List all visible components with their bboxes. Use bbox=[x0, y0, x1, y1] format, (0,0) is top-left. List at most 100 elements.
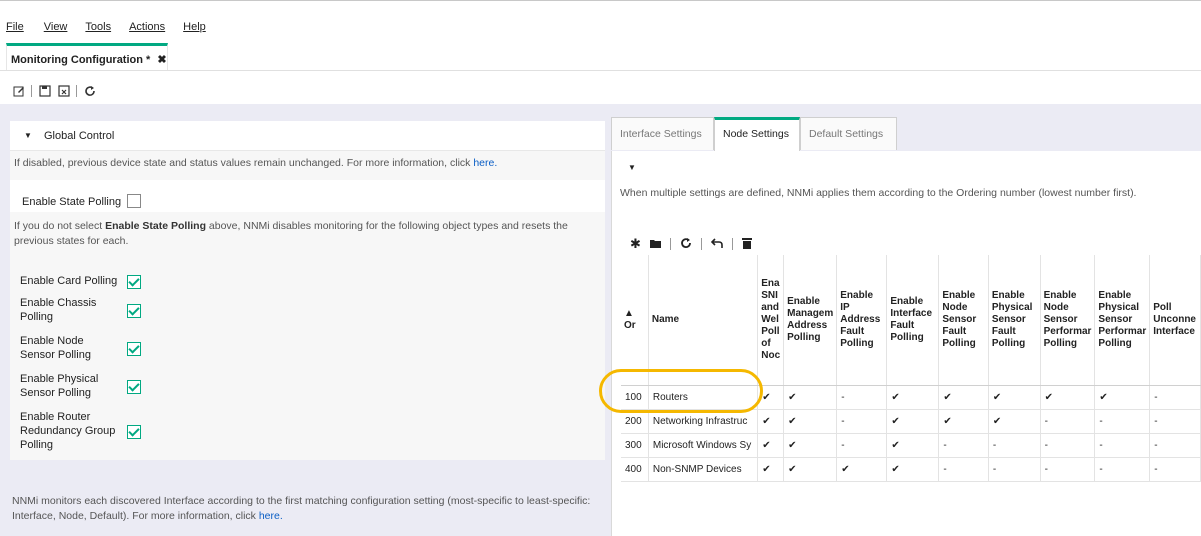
cell-value: - bbox=[836, 433, 888, 458]
menu-actions[interactable]: Actions bbox=[129, 21, 165, 35]
tab-title: Monitoring Configuration * bbox=[11, 54, 151, 66]
cell-value: ✔ bbox=[1094, 385, 1151, 410]
save-close-icon[interactable] bbox=[57, 85, 70, 98]
tab-node-settings[interactable]: Node Settings bbox=[714, 117, 800, 151]
tab-default-settings[interactable]: Default Settings bbox=[800, 117, 897, 150]
table-row[interactable]: 100 Routers ✔ ✔ - ✔ ✔ ✔ ✔ ✔ - bbox=[621, 385, 1201, 410]
toolbar-separator bbox=[31, 85, 32, 97]
enable-node-sensor-polling-checkbox[interactable] bbox=[127, 342, 141, 356]
refresh-icon[interactable] bbox=[83, 85, 96, 98]
column-enable-interface-fault[interactable]: Enable Interface Fault Polling bbox=[886, 255, 940, 386]
node-settings-table: ▲ Or Name Ena SNI and Wel Poll of Noc En… bbox=[621, 255, 1201, 482]
undo-icon[interactable] bbox=[710, 237, 723, 252]
footer-link[interactable]: here. bbox=[259, 510, 283, 522]
enable-router-redundancy-polling-checkbox[interactable] bbox=[127, 425, 141, 439]
column-enable-physical-sensor-performance[interactable]: Enable Physical Sensor Performar Polling bbox=[1094, 255, 1151, 386]
cell-value: ✔ bbox=[783, 385, 838, 410]
refresh-icon[interactable] bbox=[680, 237, 692, 252]
cell-value: - bbox=[1149, 409, 1201, 434]
cell-value: - bbox=[938, 433, 989, 458]
column-enable-node-sensor-fault[interactable]: Enable Node Sensor Fault Polling bbox=[938, 255, 989, 386]
enable-node-sensor-polling-label: Enable Node Sensor Polling bbox=[20, 335, 91, 361]
cell-value: - bbox=[1094, 433, 1151, 458]
collapse-arrow-icon[interactable]: ▼ bbox=[628, 163, 636, 172]
cell-ordering: 200 bbox=[621, 409, 649, 434]
table-row[interactable]: 400 Non-SNMP Devices ✔ ✔ ✔ ✔ - - - - - bbox=[621, 457, 1201, 482]
column-ordering[interactable]: ▲ Or bbox=[621, 255, 649, 386]
edit-icon[interactable] bbox=[12, 85, 25, 98]
cell-value: ✔ bbox=[886, 457, 940, 482]
footer-text: NNMi monitors each discovered Interface … bbox=[12, 495, 591, 522]
table-toolbar: ✱ bbox=[630, 236, 752, 252]
state-polling-note: If you do not select Enable State Pollin… bbox=[14, 219, 599, 249]
cell-name: Non-SNMP Devices bbox=[648, 457, 759, 482]
top-border bbox=[0, 0, 1201, 1]
tab-monitoring-configuration[interactable]: Monitoring Configuration * ✖ bbox=[6, 43, 168, 70]
cell-value: ✔ bbox=[938, 385, 989, 410]
toolbar-separator bbox=[669, 238, 671, 250]
enable-router-redundancy-polling-label: Enable Router Redundancy Group Polling bbox=[20, 411, 116, 451]
open-icon[interactable] bbox=[649, 237, 661, 252]
cell-value: ✔ bbox=[783, 433, 838, 458]
cell-value: ✔ bbox=[783, 409, 838, 434]
enable-physical-sensor-polling-checkbox[interactable] bbox=[127, 380, 141, 394]
column-enable-physical-sensor-fault[interactable]: Enable Physical Sensor Fault Polling bbox=[988, 255, 1041, 386]
delete-icon[interactable] bbox=[741, 237, 752, 252]
global-control-header[interactable]: ▼ Global Control bbox=[10, 121, 605, 151]
cell-value: ✔ bbox=[988, 385, 1041, 410]
cell-value: - bbox=[1040, 409, 1096, 434]
menu-file[interactable]: File bbox=[6, 21, 24, 35]
cell-value: - bbox=[1094, 457, 1151, 482]
table-row[interactable]: 300 Microsoft Windows Sy ✔ ✔ - ✔ - - - -… bbox=[621, 433, 1201, 458]
tab-divider bbox=[0, 70, 1201, 71]
cell-value: - bbox=[988, 433, 1041, 458]
column-name[interactable]: Name bbox=[648, 255, 759, 386]
cell-value: ✔ bbox=[886, 385, 940, 410]
column-poll-unconnected-interfaces[interactable]: Poll Unconne Interface bbox=[1149, 255, 1201, 386]
cell-value: ✔ bbox=[757, 409, 785, 434]
new-icon[interactable]: ✱ bbox=[630, 236, 641, 252]
cell-value: ✔ bbox=[988, 409, 1041, 434]
cell-name: Networking Infrastruc bbox=[648, 409, 759, 434]
cell-ordering: 300 bbox=[621, 433, 649, 458]
save-icon[interactable] bbox=[38, 85, 51, 98]
cell-value: - bbox=[1040, 457, 1096, 482]
enable-card-polling-label: Enable Card Polling bbox=[20, 275, 118, 287]
cell-value: - bbox=[1149, 433, 1201, 458]
toolbar-separator bbox=[76, 85, 77, 97]
toolbar-separator bbox=[731, 238, 733, 250]
close-icon[interactable]: ✖ bbox=[157, 54, 166, 66]
cell-value: ✔ bbox=[757, 385, 785, 410]
cell-value: ✔ bbox=[757, 433, 785, 458]
info-text: If disabled, previous device state and s… bbox=[14, 157, 474, 169]
enable-card-polling-checkbox[interactable] bbox=[127, 275, 141, 289]
note-bold: Enable State Polling bbox=[105, 220, 206, 232]
column-enable-ip-address-fault[interactable]: Enable IP Address Fault Polling bbox=[836, 255, 888, 386]
cell-name: Routers bbox=[648, 385, 759, 410]
cell-value: - bbox=[938, 457, 989, 482]
tab-interface-settings[interactable]: Interface Settings bbox=[611, 117, 714, 150]
cell-value: ✔ bbox=[783, 457, 838, 482]
cell-ordering: 100 bbox=[621, 385, 649, 410]
cell-value: ✔ bbox=[1040, 385, 1096, 410]
info-link[interactable]: here. bbox=[473, 157, 497, 169]
column-enable-management-address[interactable]: Enable Managem Address Polling bbox=[783, 255, 838, 386]
cell-value: - bbox=[1094, 409, 1151, 434]
cell-value: - bbox=[1149, 457, 1201, 482]
enable-state-polling-label: Enable State Polling bbox=[22, 196, 122, 208]
ordering-note: When multiple settings are defined, NNMi… bbox=[620, 187, 1137, 199]
cell-name: Microsoft Windows Sy bbox=[648, 433, 759, 458]
enable-chassis-polling-checkbox[interactable] bbox=[127, 304, 141, 318]
toolbar-separator bbox=[700, 238, 702, 250]
enable-state-polling-checkbox[interactable] bbox=[127, 194, 141, 208]
column-enable-node-sensor-performance[interactable]: Enable Node Sensor Performar Polling bbox=[1040, 255, 1096, 386]
menu-tools[interactable]: Tools bbox=[85, 21, 111, 35]
cell-value: - bbox=[836, 409, 888, 434]
table-row[interactable]: 200 Networking Infrastruc ✔ ✔ - ✔ ✔ ✔ - … bbox=[621, 409, 1201, 434]
column-enable-snmp[interactable]: Ena SNI and Wel Poll of Noc bbox=[757, 255, 785, 386]
collapse-arrow-icon[interactable]: ▼ bbox=[24, 131, 32, 140]
menu-view[interactable]: View bbox=[44, 21, 68, 35]
cell-value: ✔ bbox=[836, 457, 888, 482]
menu-help[interactable]: Help bbox=[183, 21, 206, 35]
cell-value: ✔ bbox=[938, 409, 989, 434]
